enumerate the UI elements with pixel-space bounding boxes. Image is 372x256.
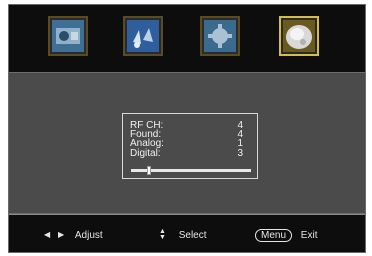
- scan-info-box: RF CH: 4 Found: 4 Analog: 1 Digital: 3: [122, 113, 258, 179]
- exit-hint: Menu Exit: [255, 229, 318, 242]
- digital-label: Digital:: [130, 148, 161, 159]
- right-arrow-icon: ▶: [57, 230, 65, 239]
- sound-tab[interactable]: [123, 16, 163, 56]
- exit-label: Exit: [300, 230, 318, 241]
- picture-tab[interactable]: [48, 16, 88, 56]
- gear-settings-icon: [204, 20, 236, 52]
- adjust-label: Adjust: [74, 229, 103, 241]
- sound-settings-icon: [127, 20, 159, 52]
- menu-key-badge: Menu: [255, 229, 293, 242]
- up-down-arrow-icon: ▲ ▼: [159, 228, 166, 241]
- help-bar: ◀ ▶ Adjust ▲ ▼ Select Menu Exit: [9, 214, 365, 253]
- select-hint: ▲ ▼ Select: [159, 228, 207, 241]
- channel-scan-panel: RF CH: 4 Found: 4 Analog: 1 Digital: 3: [9, 72, 365, 214]
- tv-osd: RF CH: 4 Found: 4 Analog: 1 Digital: 3 ◀…: [8, 4, 366, 253]
- digital-value: 3: [237, 148, 243, 159]
- scan-progress-bar: [131, 166, 251, 175]
- adjust-hint: ◀ ▶ Adjust: [44, 229, 103, 241]
- picture-settings-icon: [52, 20, 84, 52]
- channel-scan-icon: [283, 20, 315, 52]
- left-arrow-icon: ◀: [44, 230, 51, 239]
- select-label: Select: [178, 229, 207, 241]
- scan-progress-knob: [147, 166, 151, 175]
- digital-row: Digital: 3: [130, 148, 250, 159]
- channel-tab[interactable]: [279, 16, 319, 56]
- setup-tab[interactable]: [200, 16, 240, 56]
- menu-tab-bar: [9, 5, 365, 69]
